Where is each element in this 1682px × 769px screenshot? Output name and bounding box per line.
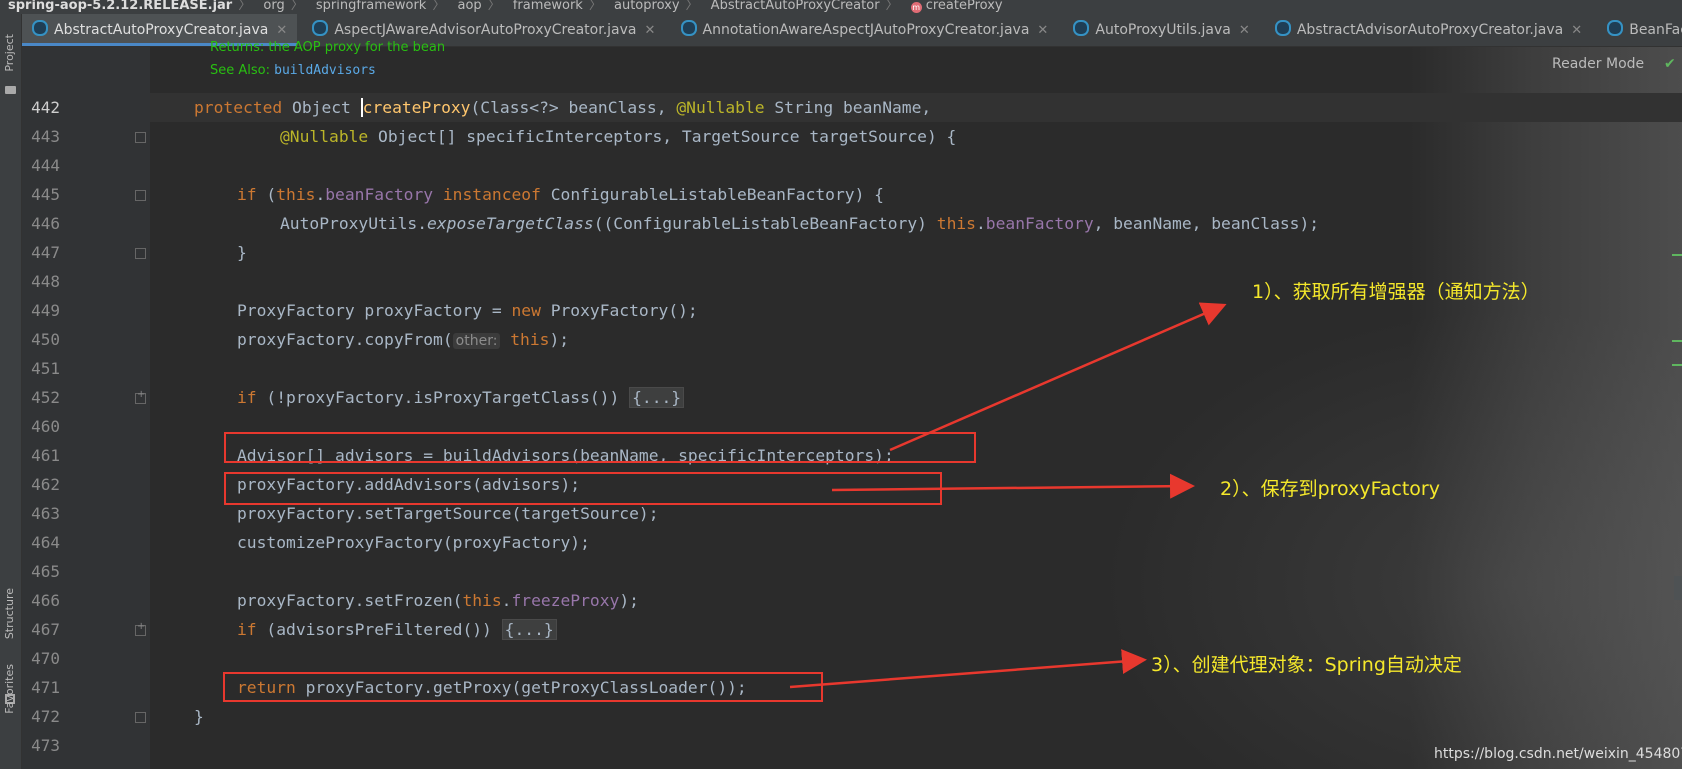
arrow-to-note-1 bbox=[889, 302, 1227, 452]
scrollbar-markers[interactable] bbox=[1670, 240, 1682, 600]
annotation-note-2: 2）、保存到proxyFactory bbox=[1220, 478, 1440, 500]
annotation-note-3: 3）、创建代理对象：Spring自动决定 bbox=[1151, 654, 1462, 676]
annotation-note-1: 1）、获取所有增强器（通知方法） bbox=[1252, 281, 1540, 303]
watermark-url: https://blog.csdn.net/weixin_45480785 bbox=[1434, 746, 1682, 762]
arrow-to-note-3 bbox=[789, 649, 1147, 689]
arrow-to-note-2 bbox=[831, 473, 1195, 499]
